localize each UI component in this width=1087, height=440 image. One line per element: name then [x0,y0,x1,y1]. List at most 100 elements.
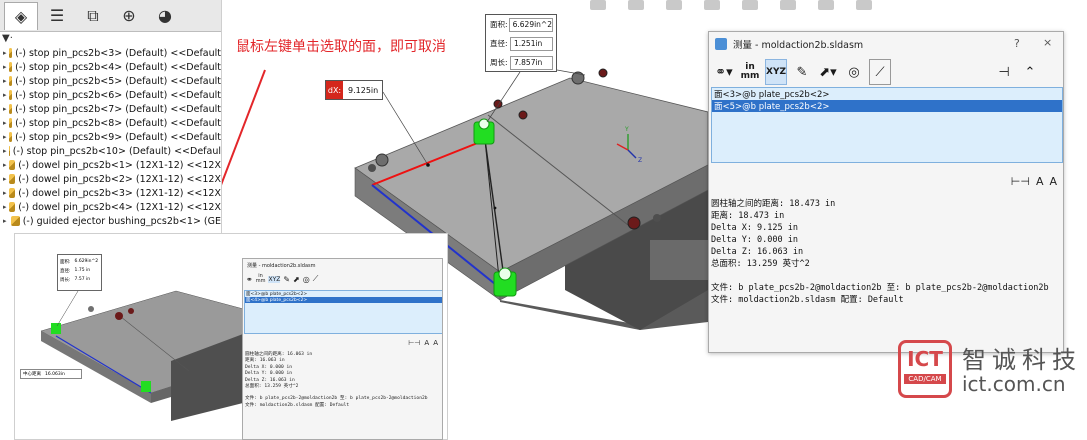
watermark-url: ict.com.cn [962,372,1066,396]
tree-item[interactable]: ▸ (-) guided ejector bushing_pcs2b<1> (GE [0,214,221,228]
xyz-measure-icon[interactable]: XYZ [765,59,787,85]
part-icon [8,90,13,100]
expand-arrow-icon[interactable]: ▸ [3,161,7,169]
tree-item[interactable]: ▸ (-) dowel pin_pcs2b<4> (12X1-12) <<12X [0,200,221,214]
arc-circle-options-icon[interactable]: ⚭▾ [713,59,735,85]
decrease-font-icon[interactable]: A [433,339,438,347]
expand-arrow-icon[interactable]: ▸ [3,133,7,141]
projection-icon[interactable]: ⬈▾ [817,59,839,85]
annotation-text: 鼠标左键单击选取的面，即可取消 [236,39,446,55]
units-bottom-label: mm [740,71,760,81]
tree-item-label: (-) stop pin_pcs2b<9> (Default) <<Defaul… [15,131,221,143]
tree-item-label: (-) stop pin_pcs2b<7> (Default) <<Defaul… [15,103,221,115]
result-distance: 距离: 18.473 in [711,211,785,221]
filter-icon[interactable]: ▼· [0,32,221,46]
measure-history-icon[interactable]: ⟋ [869,59,891,85]
tree-item[interactable]: ▸ (-) dowel pin_pcs2b<3> (12X1-12) <<12X [0,186,221,200]
measure-icon [715,38,727,50]
tree-item[interactable]: ▸ (-) stop pin_pcs2b<3> (Default) <<Defau… [0,46,221,60]
result-file-config: 文件: moldaction2b.sldasm 配置: Default [711,295,904,305]
help-button[interactable]: ? [1014,37,1020,50]
display-manager-icon[interactable]: ◕ [148,2,182,30]
tree-item-label: (-) dowel pin_pcs2b<1> (12X1-12) <<12X [18,159,221,171]
inset-file-line: 文件: b plate_pcs2b-2@moldaction2b 至: b pl… [245,396,428,402]
part-icon [8,104,13,114]
create-sensor-icon[interactable]: ◎ [843,59,865,85]
expand-arrow-icon[interactable]: ▸ [3,49,7,57]
tree-item-label: (-) stop pin_pcs2b<10> (Default) <<Defau… [12,145,221,157]
expand-arrow-icon[interactable]: ▸ [3,105,7,113]
units-precision-icon[interactable]: in mm [739,59,761,85]
inset-dialog-toolbar: ⚭ in mm XYZ ✎ ⬈ ◎ ⟋ [243,271,442,287]
xyz-measure-icon[interactable]: XYZ [268,275,281,283]
result-delta-z: Delta Z: 16.063 in [711,247,804,257]
tree-item-label: (-) dowel pin_pcs2b<4> (12X1-12) <<12X [18,201,221,213]
dimension-format-icon[interactable]: ⊢⊣ [408,339,420,347]
create-sensor-icon[interactable]: ◎ [303,275,310,284]
tree-item-label: (-) dowel pin_pcs2b<2> (12X1-12) <<12X [18,173,221,185]
tree-item[interactable]: ▸ (-) stop pin_pcs2b<4> (Default) <<Defau… [0,60,221,74]
arc-circle-options-icon[interactable]: ⚭ [246,275,253,284]
expand-arrow-icon[interactable]: ▸ [3,63,7,71]
tree-item[interactable]: ▸ (-) stop pin_pcs2b<5> (Default) <<Defau… [0,74,221,88]
decrease-font-icon[interactable]: A [1049,175,1057,188]
manager-tabs: ◈ ☰ ⧉ ⊕ ◕ [0,0,221,32]
solidworks-window: { "annotation": "鼠标左键单击选取的面，即可取消", "tree… [0,0,1087,440]
property-manager-icon[interactable]: ☰ [40,2,74,30]
tree-item[interactable]: ▸ (-) stop pin_pcs2b<9> (Default) <<Defau… [0,130,221,144]
part-icon [8,132,13,142]
inset-area-label: 面积: [60,259,71,265]
inset-diameter-label: 直径: [60,268,71,274]
chevron-up-icon[interactable]: ⌃ [1019,59,1041,85]
increase-font-icon[interactable]: A [1036,175,1044,188]
svg-text:Z: Z [638,157,642,164]
measure-history-icon[interactable]: ⟋ [313,274,319,284]
expand-arrow-icon[interactable]: ▸ [3,91,7,99]
close-button[interactable]: × [1043,36,1052,49]
tree-item[interactable]: ▸ (-) stop pin_pcs2b<10> (Default) <<Defa… [0,144,221,158]
dx-label: dX: [326,81,343,99]
tree-item[interactable]: ▸ (-) dowel pin_pcs2b<1> (12X1-12) <<12X [0,158,221,172]
expand-arrow-icon[interactable]: ▸ [3,147,7,155]
expand-arrow-icon[interactable]: ▸ [3,175,7,183]
hole [653,214,661,222]
inset-measure-dialog: 测量 - moldaction2b.sldasm ⚭ in mm XYZ ✎ ⬈ … [242,258,443,440]
inset-selection-list[interactable]: 面<3>@b plate_pcs2b<2> 面<4>@b plate_pcs2b… [244,290,442,334]
units-precision-icon[interactable]: in mm [256,274,266,284]
tree-item-label: (-) dowel pin_pcs2b<3> (12X1-12) <<12X [18,187,221,199]
point-to-point-icon[interactable]: ✎ [283,275,290,284]
tree-item-label: (-) stop pin_pcs2b<6> (Default) <<Defaul… [15,89,221,101]
dimension-format-icon[interactable]: ⊢⊣ [1011,175,1030,188]
inset-diameter-value: 1.75 in [74,268,91,273]
selection-list[interactable]: 面<3>@b plate_pcs2b<2> 面<5>@b plate_pcs2b… [711,87,1063,163]
tree-item-label: (-) stop pin_pcs2b<8> (Default) <<Defaul… [15,117,221,129]
configuration-manager-icon[interactable]: ⧉ [76,2,110,30]
annotation-arrow [222,69,266,186]
selection-item-selected[interactable]: 面<5>@b plate_pcs2b<2> [712,100,1062,112]
inset-selection-item[interactable]: 面<4>@b plate_pcs2b<2> [245,297,442,303]
pin-icon[interactable]: ⊣ [993,59,1015,85]
inset-field-label: 中心距离 [23,372,41,377]
selection-item[interactable]: 面<3>@b plate_pcs2b<2> [712,88,1062,100]
part-icon [9,188,16,198]
expand-arrow-icon[interactable]: ▸ [3,77,7,85]
expand-arrow-icon[interactable]: ▸ [3,119,7,127]
area-row: 面积: 6.629in^2 [486,15,556,34]
tree-item[interactable]: ▸ (-) stop pin_pcs2b<6> (Default) <<Defau… [0,88,221,102]
projection-icon[interactable]: ⬈ [293,275,300,284]
leader-dot [426,163,430,167]
increase-font-icon[interactable]: A [424,339,429,347]
tree-item[interactable]: ▸ (-) dowel pin_pcs2b<2> (12X1-12) <<12X [0,172,221,186]
dim-xpert-icon[interactable]: ⊕ [112,2,146,30]
feature-manager-icon[interactable]: ◈ [4,1,38,30]
result-delta-y: Delta Y: 0.000 in [711,235,798,245]
tree-item[interactable]: ▸ (-) stop pin_pcs2b<8> (Default) <<Defau… [0,116,221,130]
tree-item[interactable]: ▸ (-) stop pin_pcs2b<7> (Default) <<Defau… [0,102,221,116]
expand-arrow-icon[interactable]: ▸ [3,203,7,211]
face-info-callout: 面积: 6.629in^2 直径: 1.251in 周长: 7.857in [485,14,557,72]
ict-badge-subtext: CAD/CAM [904,374,946,384]
part-icon [9,202,16,212]
expand-arrow-icon[interactable]: ▸ [3,189,7,197]
expand-arrow-icon[interactable]: ▸ [3,217,9,225]
point-to-point-icon[interactable]: ✎ [791,59,813,85]
